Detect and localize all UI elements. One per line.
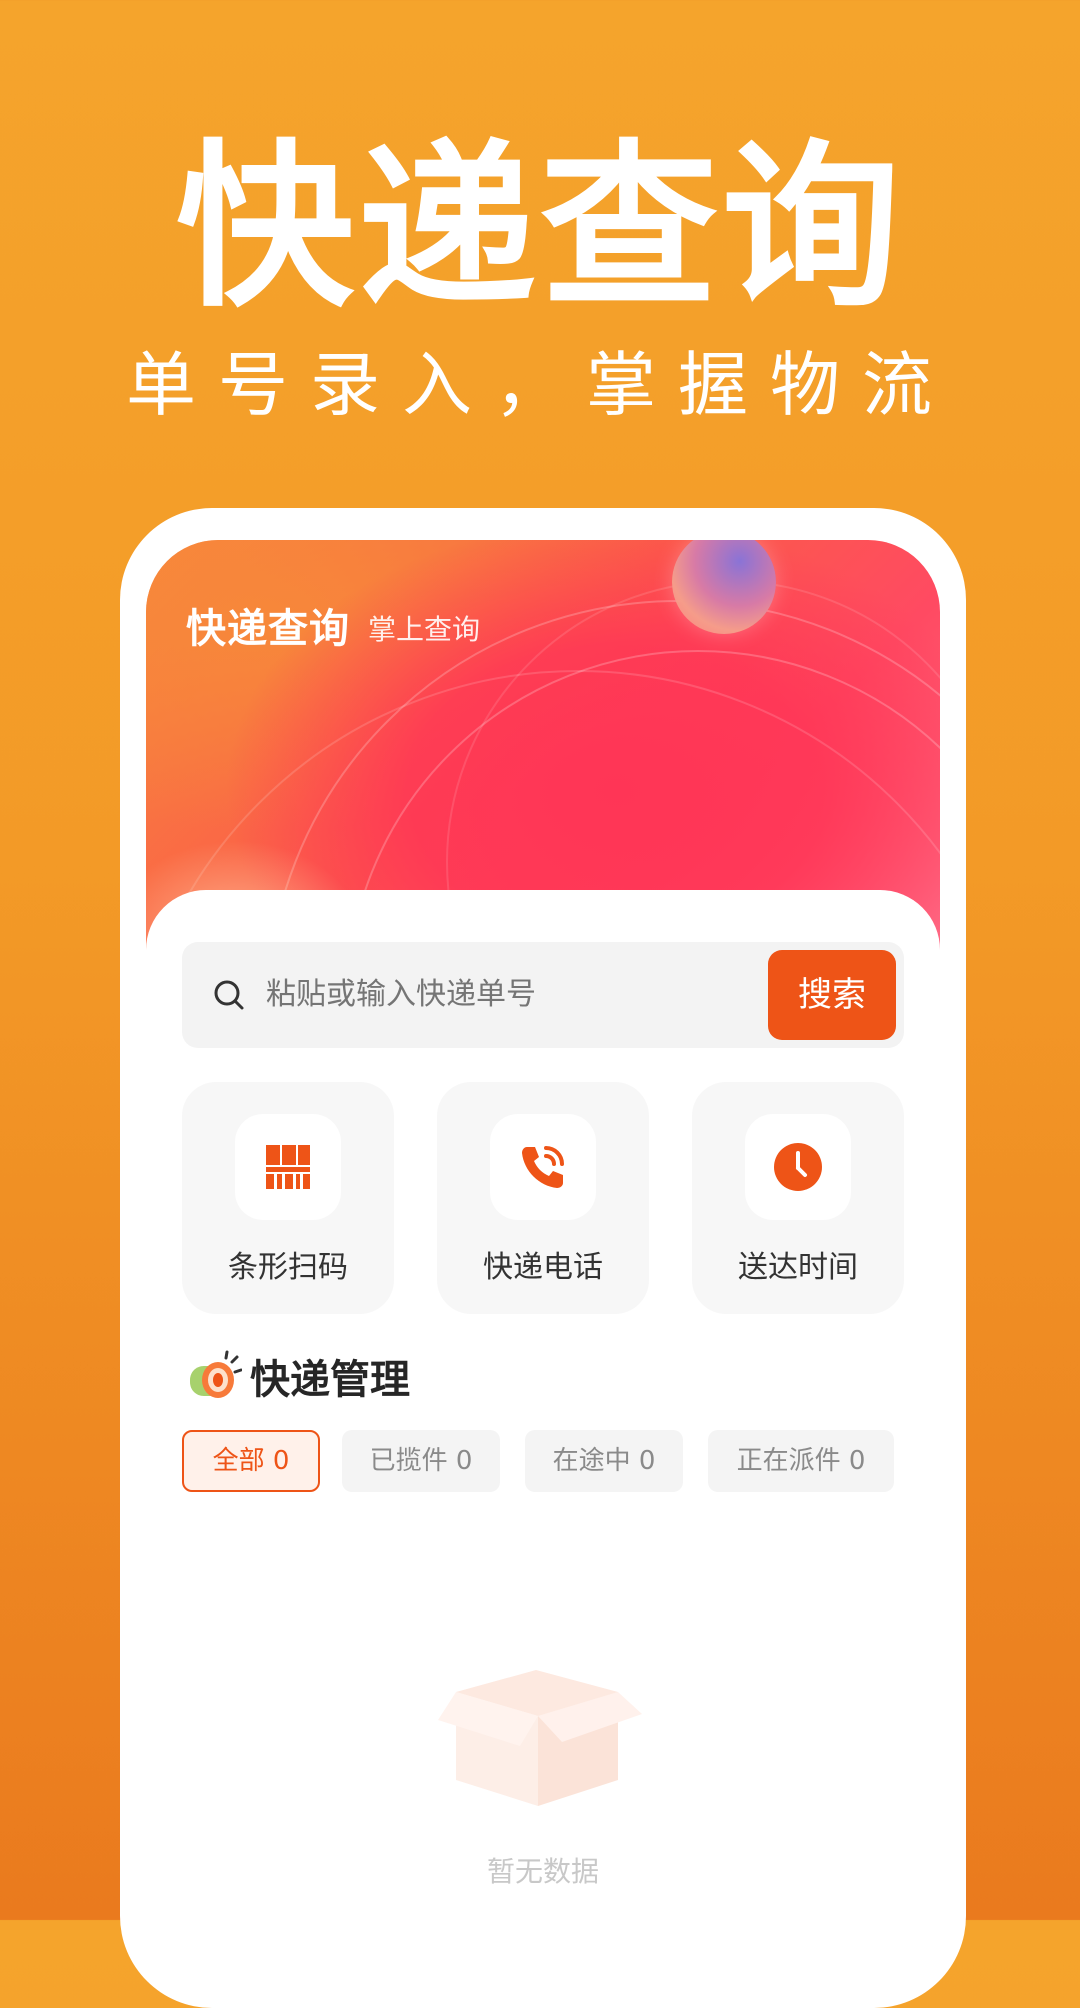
feature-delivery-time[interactable]: 送达时间 — [692, 1082, 904, 1314]
feature-label: 快递电话 — [483, 1250, 603, 1285]
empty-box-icon — [438, 1670, 642, 1806]
filter-tab-all[interactable]: 全部 0 — [182, 1430, 320, 1492]
feature-label: 送达时间 — [738, 1250, 858, 1285]
filter-tab-picked-up[interactable]: 已揽件 0 — [342, 1430, 500, 1492]
app-screen: 快递查询 掌上查询 搜索 — [146, 540, 940, 1940]
feature-courier-phone[interactable]: 快递电话 — [437, 1082, 649, 1314]
clock-icon — [774, 1143, 822, 1191]
empty-state-text: 暂无数据 — [486, 1855, 599, 1888]
promo-subtitle: 单号录入，掌握物流 — [126, 344, 954, 426]
filter-tab-in-transit[interactable]: 在途中 0 — [525, 1430, 683, 1492]
phone-call-icon — [522, 1146, 564, 1188]
megaphone-icon — [190, 1350, 242, 1398]
feature-label: 条形扫码 — [228, 1250, 348, 1285]
search-button[interactable]: 搜索 — [768, 950, 896, 1040]
main-content: 搜索 条形扫码 — [146, 890, 940, 1940]
barcode-scan-icon — [266, 1145, 310, 1189]
search-input[interactable] — [266, 942, 746, 1048]
filter-tab-delivering[interactable]: 正在派件 0 — [708, 1430, 894, 1492]
search-icon — [214, 980, 244, 1010]
section-title: 快递管理 — [250, 1357, 410, 1403]
banner-subtitle: 掌上查询 — [368, 613, 481, 646]
search-bar[interactable]: 搜索 — [182, 942, 904, 1048]
promo-title: 快递查询 — [176, 124, 904, 331]
feature-barcode-scan[interactable]: 条形扫码 — [182, 1082, 394, 1314]
banner-title: 快递查询 — [186, 606, 350, 652]
